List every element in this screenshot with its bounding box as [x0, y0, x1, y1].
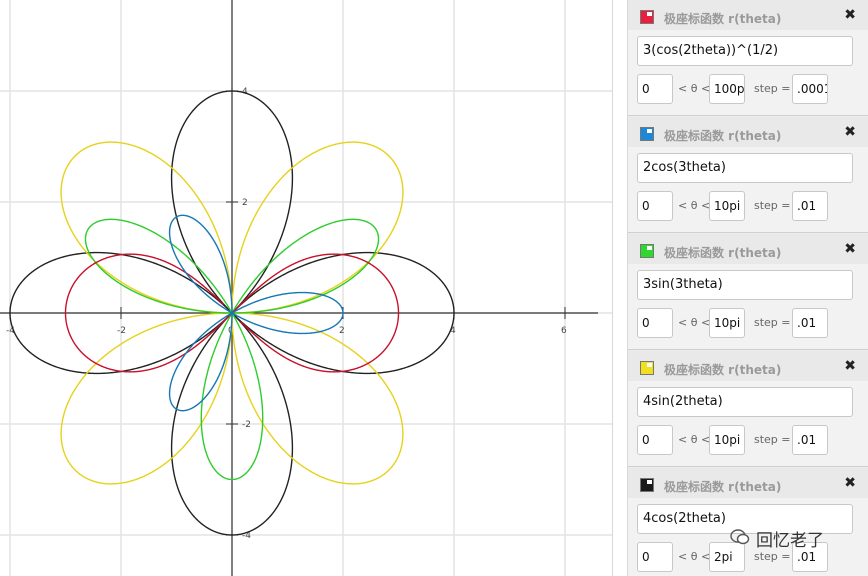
theta-between-label: < θ <	[678, 199, 711, 212]
function-list-panel: 极座标函数 r(theta) ✖ 3(cos(2theta))^(1/2) 0 …	[628, 0, 868, 576]
color-swatch[interactable]	[640, 10, 654, 24]
color-swatch[interactable]	[640, 478, 654, 492]
function-type-label: 极座标函数 r(theta)	[664, 246, 782, 260]
function-card-header: 极座标函数 r(theta) ✖	[628, 468, 868, 498]
theta-max-input[interactable]: 10pi	[709, 425, 745, 455]
function-card: 极座标函数 r(theta) ✖ 3sin(3theta) 0 < θ < 10…	[628, 234, 868, 350]
step-label: step =	[754, 82, 791, 95]
close-icon[interactable]: ✖	[844, 7, 856, 23]
graph-canvas[interactable]: -4 -2 0 2 4 6 4 2 -2 -4	[0, 0, 612, 576]
expression-input[interactable]: 2cos(3theta)	[637, 153, 853, 183]
step-label: step =	[754, 550, 791, 563]
step-input[interactable]: .01	[792, 308, 828, 338]
close-icon[interactable]: ✖	[844, 475, 856, 491]
color-swatch[interactable]	[640, 361, 654, 375]
theta-min-input[interactable]: 0	[637, 74, 673, 104]
theta-between-label: < θ <	[678, 550, 711, 563]
watermark-text: 回忆老了	[756, 531, 824, 551]
theta-min-input[interactable]: 0	[637, 308, 673, 338]
step-label: step =	[754, 433, 791, 446]
function-type-label: 极座标函数 r(theta)	[664, 129, 782, 143]
function-card: 极座标函数 r(theta) ✖ 2cos(3theta) 0 < θ < 10…	[628, 117, 868, 233]
function-card: 极座标函数 r(theta) ✖ 4cos(2theta) 0 < θ < 2p…	[628, 468, 868, 576]
expression-input[interactable]: 3sin(3theta)	[637, 270, 853, 300]
theta-max-input[interactable]: 100p	[709, 74, 745, 104]
theta-range-row: 0 < θ < 10pi step = .01	[637, 308, 857, 338]
expression-input[interactable]: 4sin(2theta)	[637, 387, 853, 417]
step-input[interactable]: .01	[792, 191, 828, 221]
color-swatch[interactable]	[640, 244, 654, 258]
function-card-header: 极座标函数 r(theta) ✖	[628, 0, 868, 30]
wechat-icon	[730, 529, 750, 545]
function-type-label: 极座标函数 r(theta)	[664, 480, 782, 494]
expression-input[interactable]: 3(cos(2theta))^(1/2)	[637, 36, 853, 66]
theta-between-label: < θ <	[678, 433, 711, 446]
theta-min-input[interactable]: 0	[637, 191, 673, 221]
close-icon[interactable]: ✖	[844, 241, 856, 257]
y-tick-label: -2	[242, 420, 251, 430]
step-input[interactable]: .01	[792, 425, 828, 455]
close-icon[interactable]: ✖	[844, 124, 856, 140]
function-card-header: 极座标函数 r(theta) ✖	[628, 234, 868, 264]
theta-range-row: 0 < θ < 100p step = .0001	[637, 74, 857, 104]
step-input[interactable]: .0001	[792, 74, 828, 104]
function-type-label: 极座标函数 r(theta)	[664, 12, 782, 26]
function-type-label: 极座标函数 r(theta)	[664, 363, 782, 377]
step-label: step =	[754, 316, 791, 329]
theta-between-label: < θ <	[678, 316, 711, 329]
theta-max-input[interactable]: 10pi	[709, 308, 745, 338]
theta-max-input[interactable]: 10pi	[709, 191, 745, 221]
polar-plot[interactable]: -4 -2 0 2 4 642-2-4	[0, 0, 612, 576]
function-card-header: 极座标函数 r(theta) ✖	[628, 117, 868, 147]
color-swatch[interactable]	[640, 127, 654, 141]
theta-range-row: 0 < θ < 10pi step = .01	[637, 425, 857, 455]
x-tick-label: -2	[117, 326, 126, 336]
step-label: step =	[754, 199, 791, 212]
function-card-header: 极座标函数 r(theta) ✖	[628, 351, 868, 381]
panel-divider[interactable]	[612, 0, 628, 576]
y-tick-label: 2	[242, 198, 248, 208]
close-icon[interactable]: ✖	[844, 358, 856, 374]
function-card: 极座标函数 r(theta) ✖ 4sin(2theta) 0 < θ < 10…	[628, 351, 868, 467]
x-tick-label: 2	[339, 326, 345, 336]
theta-range-row: 0 < θ < 2pi step = .01	[637, 542, 857, 572]
theta-min-input[interactable]: 0	[637, 542, 673, 572]
function-card: 极座标函数 r(theta) ✖ 3(cos(2theta))^(1/2) 0 …	[628, 0, 868, 116]
x-tick-label: 6	[561, 326, 567, 336]
theta-max-input[interactable]: 2pi	[709, 542, 745, 572]
theta-between-label: < θ <	[678, 82, 711, 95]
theta-range-row: 0 < θ < 10pi step = .01	[637, 191, 857, 221]
theta-min-input[interactable]: 0	[637, 425, 673, 455]
